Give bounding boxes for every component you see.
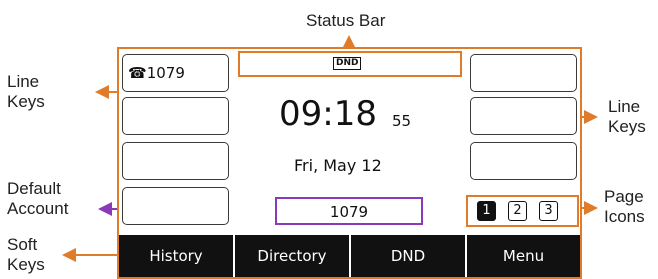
page-icons-callout: Page Icons: [604, 187, 645, 227]
status-bar: DND: [238, 51, 462, 77]
line-key-4[interactable]: [122, 187, 229, 225]
callout-line: Keys: [608, 117, 646, 136]
clock-date: Fri, May 12: [294, 156, 382, 175]
line-key-right-1[interactable]: [470, 54, 577, 92]
line-keys-left-callout: Line Keys: [7, 72, 45, 112]
callout-line: Line: [7, 72, 40, 91]
default-account-callout: Default Account: [7, 179, 68, 219]
softkey-menu[interactable]: Menu: [467, 235, 580, 277]
callout-line: Soft: [7, 235, 38, 254]
line-key-right-2[interactable]: [470, 97, 577, 135]
line-key-label: ☎1079: [128, 64, 185, 82]
page-icon-1[interactable]: 1: [477, 201, 496, 221]
line-keys-right-callout: Line Keys: [608, 97, 646, 137]
callout-line: Line: [608, 97, 641, 116]
line-key-1[interactable]: ☎1079: [122, 54, 229, 92]
default-account[interactable]: 1079: [275, 197, 423, 225]
default-account-label: 1079: [329, 203, 369, 221]
page-icon-2[interactable]: 2: [508, 201, 527, 221]
callout-line: Keys: [7, 92, 45, 111]
phone-screen: ☎1079 DND 09:18 55 Fri, May 12 1079 1 2 …: [117, 47, 582, 279]
page-icon-3[interactable]: 3: [539, 201, 558, 221]
line-key-number: 1079: [146, 64, 185, 82]
callout-line: Page: [604, 187, 644, 206]
callout-line: Default: [7, 179, 61, 198]
clock-time: 09:18: [279, 94, 377, 134]
clock-seconds: 55: [392, 112, 412, 130]
softkey-history[interactable]: History: [119, 235, 235, 277]
soft-key-bar: History Directory DND Menu: [119, 235, 580, 277]
phone-icon: ☎: [128, 64, 147, 82]
dnd-icon: DND: [333, 57, 362, 70]
soft-keys-callout: Soft Keys: [7, 235, 45, 275]
softkey-dnd[interactable]: DND: [351, 235, 467, 277]
line-key-2[interactable]: [122, 97, 229, 135]
line-key-right-3[interactable]: [470, 142, 577, 180]
status-bar-callout: Status Bar: [306, 11, 386, 30]
callout-line: Icons: [604, 207, 645, 226]
callout-line: Account: [7, 199, 69, 218]
page-icons: 1 2 3: [466, 195, 579, 227]
callout-line: Keys: [7, 255, 45, 274]
line-key-3[interactable]: [122, 142, 229, 180]
softkey-directory[interactable]: Directory: [235, 235, 351, 277]
